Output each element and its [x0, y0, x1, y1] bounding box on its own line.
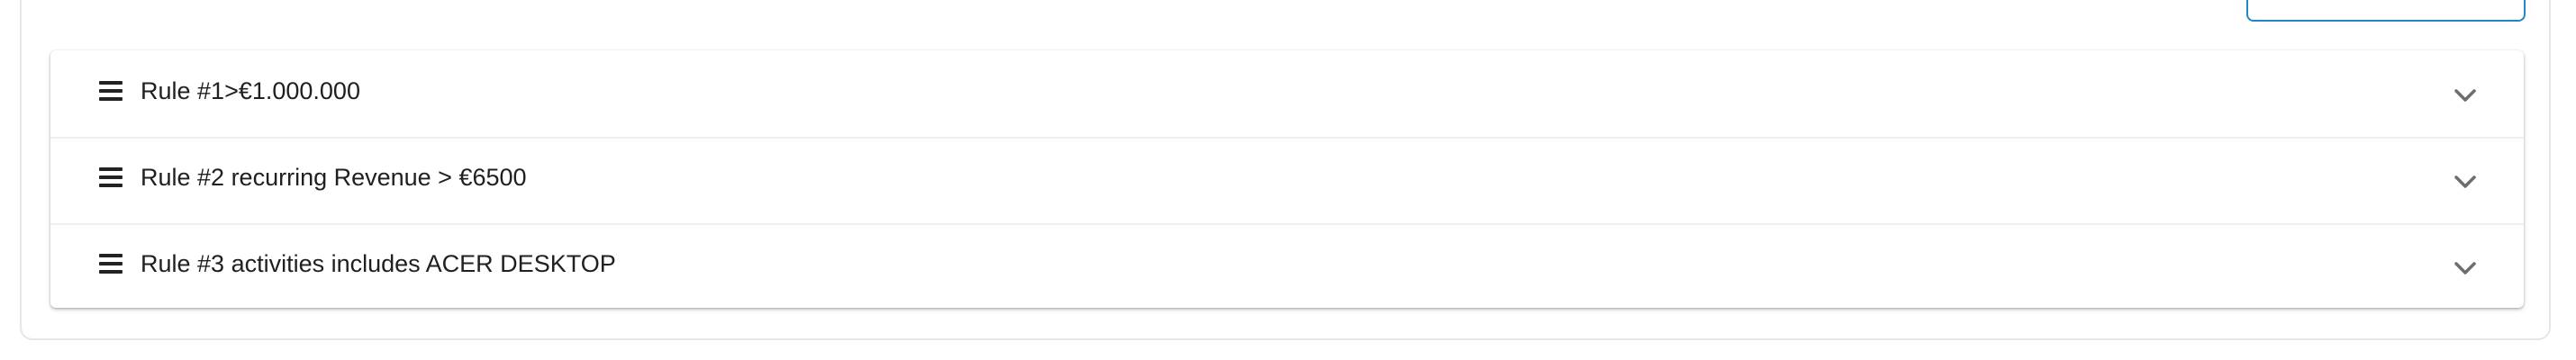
chevron-down-icon[interactable]	[2454, 175, 2477, 189]
rule-panel-3[interactable]: Rule #3 activities includes ACER DESKTOP	[50, 223, 2524, 308]
drag-handle-icon[interactable]	[99, 254, 122, 274]
rules-accordion: Rule #1>€1.000.000 Rule #2 recurring Rev…	[50, 50, 2524, 308]
rule-panel-label: Rule #2 recurring Revenue > €6500	[141, 164, 527, 191]
rule-panel-label: Rule #3 activities includes ACER DESKTOP	[141, 250, 616, 277]
rule-panel-2[interactable]: Rule #2 recurring Revenue > €6500	[50, 137, 2524, 221]
drag-handle-icon[interactable]	[99, 167, 122, 187]
rule-panel-1[interactable]: Rule #1>€1.000.000	[50, 50, 2524, 135]
chevron-down-icon[interactable]	[2454, 261, 2477, 275]
drag-handle-icon[interactable]	[99, 81, 122, 101]
top-action-button[interactable]	[2246, 0, 2526, 22]
rule-panel-label: Rule #1>€1.000.000	[141, 77, 360, 104]
chevron-down-icon[interactable]	[2454, 88, 2477, 103]
